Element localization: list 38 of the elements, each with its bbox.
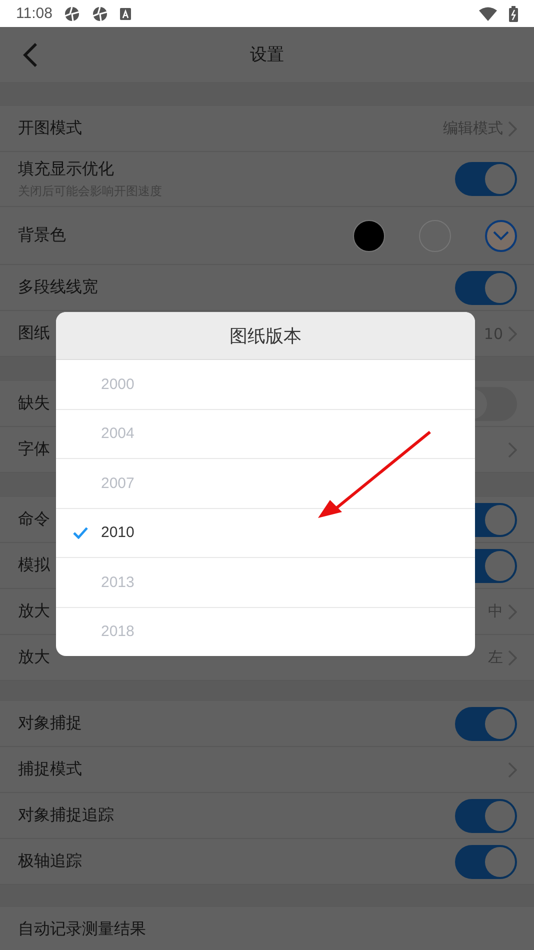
setting-label: 缺失 — [18, 393, 50, 414]
aperture-icon — [92, 6, 108, 22]
dialog-title: 图纸版本 — [230, 324, 302, 348]
check-icon — [493, 230, 509, 242]
check-icon — [73, 526, 88, 539]
color-swatch[interactable] — [353, 220, 385, 252]
setting-label: 填充显示优化 — [18, 158, 114, 180]
setting-label: 背景色 — [18, 225, 66, 246]
toggle-switch[interactable] — [455, 844, 517, 878]
setting-label: 自动记录测量结果 — [18, 919, 146, 940]
toggle-switch[interactable] — [455, 798, 517, 832]
setting-label: 图纸 — [18, 323, 50, 344]
battery-icon — [509, 6, 518, 22]
version-option[interactable]: 2004 — [56, 410, 475, 459]
setting-label: 命令 — [18, 509, 50, 530]
toggle-switch[interactable] — [455, 270, 517, 304]
setting-label: 模拟 — [18, 555, 50, 576]
setting-label: 字体 — [18, 439, 50, 460]
version-option[interactable]: 2000 — [56, 360, 475, 410]
color-swatch[interactable] — [485, 220, 517, 252]
setting-label: 对象捕捉 — [18, 713, 82, 734]
version-option[interactable]: 2013 — [56, 558, 475, 608]
setting-label: 捕捉模式 — [18, 759, 82, 780]
setting-label: 极轴追踪 — [18, 851, 82, 872]
version-option[interactable]: 2018 — [56, 608, 475, 656]
status-time: 11:08 — [16, 5, 52, 22]
setting-label: 多段线线宽 — [18, 277, 98, 298]
aperture-icon — [64, 6, 80, 22]
setting-label: 放大 — [18, 601, 50, 622]
back-icon — [22, 42, 38, 68]
keyboard-badge-icon — [120, 8, 132, 20]
wifi-icon — [479, 6, 497, 20]
setting-label: 对象捕捉追踪 — [18, 805, 114, 826]
toggle-switch[interactable] — [455, 706, 517, 740]
setting-label: 放大 — [18, 647, 50, 668]
setting-label: 开图模式 — [18, 118, 82, 139]
page-title: 设置 — [250, 44, 284, 66]
toggle-switch[interactable] — [455, 162, 517, 196]
